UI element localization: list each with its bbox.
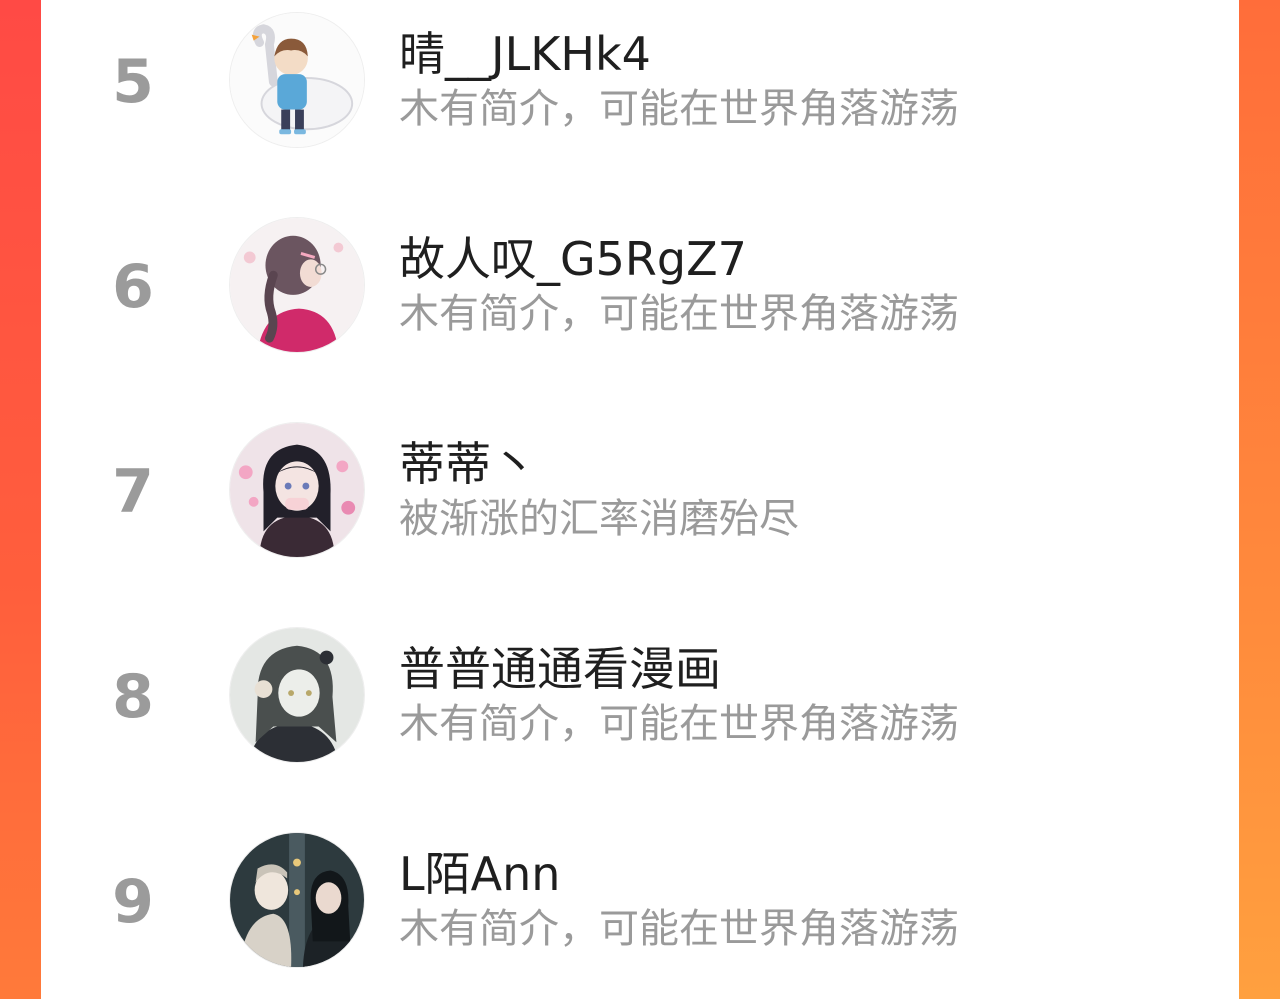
avatar-anime-couple-icon bbox=[230, 833, 364, 967]
user-name[interactable]: 蒂蒂丶 bbox=[399, 436, 537, 492]
ranking-list-item[interactable]: 7 蒂蒂丶 被渐涨的汇率消磨殆尽 bbox=[41, 422, 1239, 562]
ranking-list-item[interactable]: 6 故人叹_G5RgZ7 木有简介，可能在世界角落游荡 bbox=[41, 217, 1239, 357]
ranking-list-item[interactable]: 9 L陌Ann 木有简介，可能在世界角落游荡 bbox=[41, 832, 1239, 972]
avatar-anime-girl-sakura-icon bbox=[230, 423, 364, 557]
user-avatar[interactable] bbox=[229, 832, 365, 968]
user-avatar[interactable] bbox=[229, 217, 365, 353]
right-frame-border bbox=[1239, 0, 1280, 999]
user-bio: 被渐涨的汇率消磨殆尽 bbox=[399, 496, 799, 542]
avatar-girl-braid-icon bbox=[230, 218, 364, 352]
user-name[interactable]: 故人叹_G5RgZ7 bbox=[399, 231, 747, 287]
ranking-panel: 5 晴__JLKHk4 木有简介，可能在世界角落游荡 6 故人叹_G5RgZ7 … bbox=[41, 0, 1239, 999]
ranking-list-item[interactable]: 5 晴__JLKHk4 木有简介，可能在世界角落游荡 bbox=[41, 12, 1239, 152]
left-frame-border bbox=[0, 0, 41, 999]
ranking-list-item[interactable]: 8 普普通通看漫画 木有简介，可能在世界角落游荡 bbox=[41, 627, 1239, 767]
user-name[interactable]: 晴__JLKHk4 bbox=[399, 26, 651, 82]
user-avatar[interactable] bbox=[229, 12, 365, 148]
user-name[interactable]: 普普通通看漫画 bbox=[399, 641, 721, 697]
user-bio: 木有简介，可能在世界角落游荡 bbox=[399, 906, 959, 952]
rank-number: 5 bbox=[112, 47, 154, 117]
rank-number: 8 bbox=[112, 662, 154, 732]
user-name[interactable]: L陌Ann bbox=[399, 846, 560, 902]
rank-number: 9 bbox=[112, 867, 154, 937]
user-bio: 木有简介，可能在世界角落游荡 bbox=[399, 291, 959, 337]
user-bio: 木有简介，可能在世界角落游荡 bbox=[399, 86, 959, 132]
user-bio: 木有简介，可能在世界角落游荡 bbox=[399, 701, 959, 747]
avatar-anime-girl-grey-icon bbox=[230, 628, 364, 762]
rank-number: 6 bbox=[112, 252, 154, 322]
avatar-boy-with-goose-icon bbox=[230, 13, 364, 147]
rank-number: 7 bbox=[112, 457, 154, 527]
user-avatar[interactable] bbox=[229, 422, 365, 558]
user-avatar[interactable] bbox=[229, 627, 365, 763]
